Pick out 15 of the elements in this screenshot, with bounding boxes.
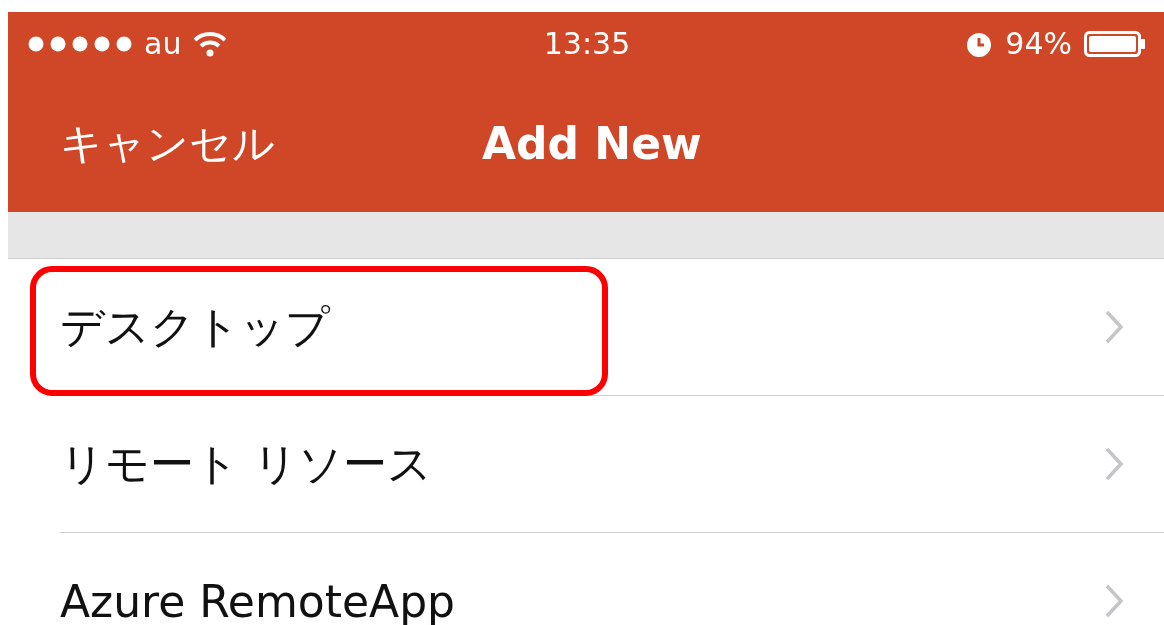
chevron-icon xyxy=(1104,446,1124,482)
wifi-icon xyxy=(193,30,228,57)
battery-percent: 94% xyxy=(1005,26,1072,61)
chevron-icon xyxy=(1104,309,1124,345)
battery-icon xyxy=(1084,30,1146,57)
signal-icon xyxy=(28,35,132,52)
list-item[interactable]: デスクトップ xyxy=(8,259,1164,395)
carrier-name: au xyxy=(144,26,182,61)
chevron-icon xyxy=(1104,583,1124,619)
list-item[interactable]: リモート リソース xyxy=(8,396,1164,532)
item-label: リモート リソース xyxy=(60,436,432,491)
cancel-button[interactable]: キャンセル xyxy=(8,115,275,172)
item-label: デスクトップ xyxy=(60,299,330,354)
status-time: 13:35 xyxy=(543,26,631,61)
nav-title: Add New xyxy=(482,118,702,169)
